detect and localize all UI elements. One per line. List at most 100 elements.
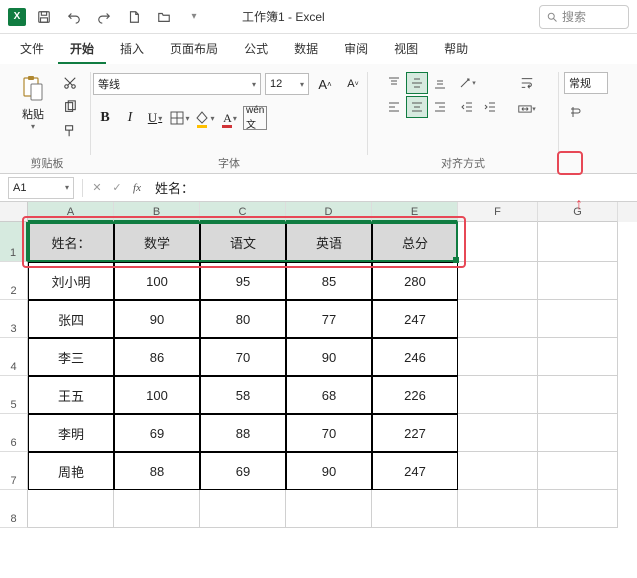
cell[interactable]: 85: [286, 262, 372, 300]
cell[interactable]: [458, 490, 538, 528]
cell[interactable]: 88: [114, 452, 200, 490]
cell[interactable]: 246: [372, 338, 458, 376]
align-center-icon[interactable]: [406, 96, 428, 118]
row-header-2[interactable]: 2: [0, 262, 28, 300]
tab-formulas[interactable]: 公式: [232, 34, 280, 64]
formula-content[interactable]: 姓名：: [147, 178, 637, 197]
cell[interactable]: 70: [200, 338, 286, 376]
undo-icon[interactable]: [62, 5, 86, 29]
cut-icon[interactable]: [58, 72, 82, 94]
cell[interactable]: 80: [200, 300, 286, 338]
increase-indent-icon[interactable]: [479, 96, 501, 118]
cell[interactable]: 77: [286, 300, 372, 338]
decrease-font-icon[interactable]: A˅: [341, 72, 365, 96]
cell[interactable]: 李明: [28, 414, 114, 452]
cell[interactable]: 英语: [286, 222, 372, 262]
cell[interactable]: 100: [114, 376, 200, 414]
col-header-F[interactable]: F: [458, 202, 538, 222]
cancel-formula-icon[interactable]: ✕: [87, 178, 107, 198]
cell[interactable]: 95: [200, 262, 286, 300]
row-header-4[interactable]: 4: [0, 338, 28, 376]
cell[interactable]: [538, 300, 618, 338]
insert-function-icon[interactable]: fx: [127, 178, 147, 198]
cell[interactable]: 周艳: [28, 452, 114, 490]
cell[interactable]: 姓名：: [28, 222, 114, 262]
cell[interactable]: 227: [372, 414, 458, 452]
cell[interactable]: 刘小明: [28, 262, 114, 300]
cell[interactable]: [372, 490, 458, 528]
fill-color-button[interactable]: ▾: [193, 106, 217, 130]
cell[interactable]: [538, 490, 618, 528]
cell[interactable]: 226: [372, 376, 458, 414]
cell[interactable]: 88: [200, 414, 286, 452]
cell[interactable]: 69: [200, 452, 286, 490]
phonetic-guide-button[interactable]: wén文: [243, 106, 267, 130]
col-header-C[interactable]: C: [200, 202, 286, 222]
row-header-3[interactable]: 3: [0, 300, 28, 338]
align-middle-icon[interactable]: [406, 72, 428, 94]
increase-font-icon[interactable]: A˄: [313, 72, 337, 96]
cell[interactable]: [458, 338, 538, 376]
cell[interactable]: 张四: [28, 300, 114, 338]
cell[interactable]: [458, 262, 538, 300]
cell[interactable]: [538, 222, 618, 262]
merge-center-icon[interactable]: ▾: [511, 98, 543, 120]
tab-insert[interactable]: 插入: [108, 34, 156, 64]
currency-icon[interactable]: [564, 100, 588, 124]
row-header-8[interactable]: 8: [0, 490, 28, 528]
border-button[interactable]: ▾: [168, 106, 192, 130]
cell[interactable]: 李三: [28, 338, 114, 376]
tab-view[interactable]: 视图: [382, 34, 430, 64]
cell[interactable]: 247: [372, 300, 458, 338]
row-header-1[interactable]: 1: [0, 222, 28, 262]
tab-data[interactable]: 数据: [282, 34, 330, 64]
align-top-icon[interactable]: [383, 72, 405, 94]
cell[interactable]: [458, 222, 538, 262]
open-folder-icon[interactable]: [152, 5, 176, 29]
orientation-icon[interactable]: ▾: [456, 72, 478, 94]
align-right-icon[interactable]: [429, 96, 451, 118]
col-header-A[interactable]: A: [28, 202, 114, 222]
cell[interactable]: [28, 490, 114, 528]
tab-help[interactable]: 帮助: [432, 34, 480, 64]
italic-button[interactable]: I: [118, 106, 142, 130]
cell[interactable]: [458, 300, 538, 338]
cell[interactable]: 68: [286, 376, 372, 414]
cell[interactable]: 90: [114, 300, 200, 338]
cell[interactable]: 总分: [372, 222, 458, 262]
decrease-indent-icon[interactable]: [456, 96, 478, 118]
new-file-icon[interactable]: [122, 5, 146, 29]
cell[interactable]: 王五: [28, 376, 114, 414]
cell[interactable]: [538, 262, 618, 300]
align-bottom-icon[interactable]: [429, 72, 451, 94]
select-all-corner[interactable]: [0, 202, 28, 222]
cell[interactable]: [538, 338, 618, 376]
tab-file[interactable]: 文件: [8, 34, 56, 64]
number-format-select[interactable]: 常规: [564, 72, 608, 94]
cell[interactable]: 69: [114, 414, 200, 452]
row-header-7[interactable]: 7: [0, 452, 28, 490]
copy-icon[interactable]: [58, 96, 82, 118]
cell[interactable]: [286, 490, 372, 528]
col-header-E[interactable]: E: [372, 202, 458, 222]
wrap-text-icon[interactable]: [514, 72, 540, 94]
cell[interactable]: [538, 376, 618, 414]
tab-home[interactable]: 开始: [58, 34, 106, 64]
cell[interactable]: [458, 414, 538, 452]
cell[interactable]: 58: [200, 376, 286, 414]
align-left-icon[interactable]: [383, 96, 405, 118]
cell[interactable]: 100: [114, 262, 200, 300]
cell[interactable]: [200, 490, 286, 528]
row-header-5[interactable]: 5: [0, 376, 28, 414]
col-header-D[interactable]: D: [286, 202, 372, 222]
cell[interactable]: 70: [286, 414, 372, 452]
bold-button[interactable]: B: [93, 106, 117, 130]
cell[interactable]: 90: [286, 452, 372, 490]
redo-icon[interactable]: [92, 5, 116, 29]
font-family-select[interactable]: 等线▾: [93, 73, 261, 95]
format-painter-icon[interactable]: [58, 120, 82, 142]
cell[interactable]: 280: [372, 262, 458, 300]
font-color-button[interactable]: A▾: [218, 106, 242, 130]
col-header-G[interactable]: G: [538, 202, 618, 222]
name-box[interactable]: A1▾: [8, 177, 74, 199]
